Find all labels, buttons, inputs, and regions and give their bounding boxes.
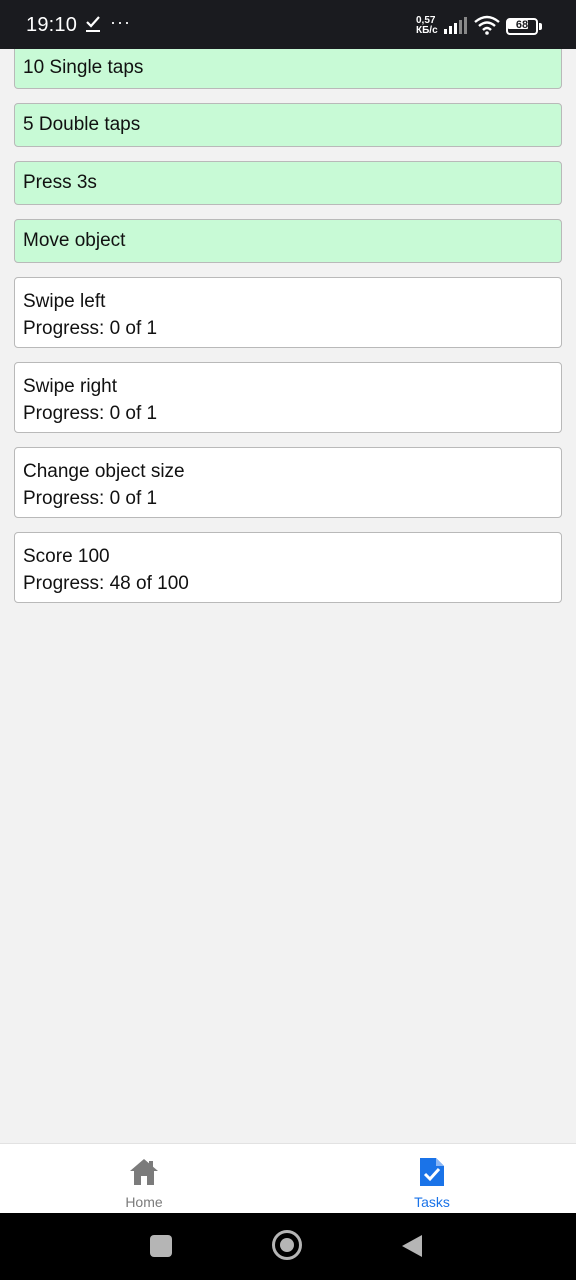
network-speed-unit: КБ/с [416, 25, 438, 36]
task-item-completed[interactable]: Move object [14, 219, 562, 263]
task-label: Move object [23, 230, 126, 251]
task-item-completed[interactable]: 5 Double taps [14, 103, 562, 147]
download-done-icon [86, 16, 100, 32]
home-dot-icon [280, 1238, 294, 1252]
task-label: 10 Single taps [23, 57, 144, 78]
more-notifications-icon: ··· [110, 12, 131, 32]
tab-home-label: Home [125, 1194, 163, 1210]
task-item-pending[interactable]: Swipe left Progress: 0 of 1 [14, 277, 562, 348]
battery-level: 68 [515, 19, 529, 31]
system-navigation-bar [0, 1213, 576, 1280]
task-item-completed[interactable]: Press 3s [14, 161, 562, 205]
task-progress: Progress: 0 of 1 [23, 403, 158, 424]
task-document-icon [420, 1158, 444, 1186]
back-button[interactable] [400, 1233, 424, 1259]
recents-button[interactable] [150, 1235, 172, 1257]
task-item-pending[interactable]: Score 100 Progress: 48 of 100 [14, 532, 562, 603]
battery-icon: 68 [506, 18, 542, 35]
system-home-button[interactable] [272, 1230, 302, 1260]
task-progress: Progress: 48 of 100 [23, 573, 189, 594]
task-progress: Progress: 0 of 1 [23, 488, 158, 509]
status-bar: 19:10 ··· 0,57 КБ/с 68 [0, 0, 576, 49]
status-time: 19:10 [26, 14, 78, 36]
task-item-pending[interactable]: Change object size Progress: 0 of 1 [14, 447, 562, 518]
task-item-pending[interactable]: Swipe right Progress: 0 of 1 [14, 362, 562, 433]
tab-tasks-label: Tasks [414, 1194, 450, 1210]
network-speed: 0,57 КБ/с [416, 16, 440, 36]
task-label: Score 100 [23, 546, 110, 567]
cell-signal-icon [444, 17, 467, 34]
tab-home[interactable]: Home [0, 1144, 288, 1214]
task-progress: Progress: 0 of 1 [23, 318, 158, 339]
task-label: 5 Double taps [23, 114, 141, 135]
task-label: Swipe left [23, 291, 106, 312]
task-item-completed[interactable]: 10 Single taps [14, 49, 562, 89]
tab-tasks[interactable]: Tasks [288, 1144, 576, 1214]
task-list: 10 Single taps 5 Double taps Press 3s Mo… [14, 49, 562, 603]
task-label: Swipe right [23, 376, 117, 397]
task-label: Change object size [23, 461, 185, 482]
wifi-icon [474, 15, 500, 35]
bottom-navigation: Home Tasks [0, 1143, 576, 1213]
home-icon [130, 1159, 158, 1185]
task-label: Press 3s [23, 172, 97, 193]
